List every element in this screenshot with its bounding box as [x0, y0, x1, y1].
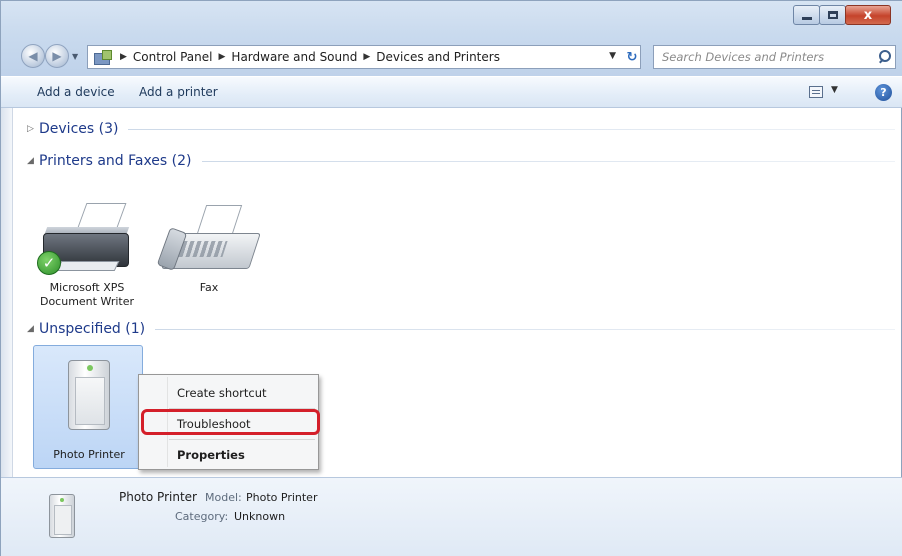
device-item-microsoft-xps[interactable]: ✓ Microsoft XPS Document Writer: [31, 199, 143, 309]
menu-separator: [169, 439, 315, 440]
window-controls: x: [793, 5, 891, 27]
group-header-devices[interactable]: ▷ Devices (3): [27, 121, 895, 137]
troubleshoot-highlight-outline: [141, 409, 320, 435]
group-header-unspecified[interactable]: ◢ Unspecified (1): [27, 321, 895, 337]
photo-printer-icon: [68, 360, 110, 430]
group-label-printers: Printers and Faxes (2): [39, 153, 192, 169]
help-icon[interactable]: ?: [875, 84, 892, 101]
details-model-label: Model:: [205, 491, 242, 504]
breadcrumb-devices-and-printers[interactable]: Devices and Printers: [376, 50, 500, 64]
add-printer-button[interactable]: Add a printer: [139, 85, 218, 99]
device-item-photo-printer[interactable]: Photo Printer: [33, 345, 143, 469]
collapse-arrow-icon[interactable]: ◢: [27, 156, 39, 166]
close-icon: x: [863, 7, 873, 23]
add-device-button[interactable]: Add a device: [37, 85, 115, 99]
devices-and-printers-window: x ◀ ▶ ▼ ▶ Control Panel ▶ Hardware and S…: [0, 0, 902, 556]
menu-item-create-shortcut[interactable]: Create shortcut: [177, 386, 267, 400]
collapse-arrow-icon[interactable]: ◢: [27, 324, 39, 334]
device-label: Photo Printer: [53, 448, 125, 461]
chevron-right-icon[interactable]: ▶: [363, 52, 370, 62]
details-category-value: Unknown: [234, 510, 286, 523]
details-device-name: Photo Printer: [119, 490, 197, 504]
search-box[interactable]: Search Devices and Printers: [653, 45, 896, 69]
close-button[interactable]: x: [845, 5, 891, 25]
minimize-icon: [801, 16, 812, 20]
chevron-right-icon[interactable]: ▶: [219, 52, 226, 62]
group-divider: [128, 128, 895, 130]
breadcrumb-control-panel[interactable]: Control Panel: [133, 50, 213, 64]
maximize-button[interactable]: [819, 5, 846, 25]
breadcrumb-hardware-and-sound[interactable]: Hardware and Sound: [231, 50, 357, 64]
printer-icon: ✓: [31, 199, 143, 279]
address-bar[interactable]: ▶ Control Panel ▶ Hardware and Sound ▶ D…: [87, 45, 641, 69]
fax-keypad: [178, 241, 228, 257]
group-header-printers[interactable]: ◢ Printers and Faxes (2): [27, 153, 895, 169]
device-label: Fax: [199, 281, 219, 294]
change-view-icon[interactable]: [809, 86, 823, 98]
recent-pages-chevron-icon[interactable]: ▼: [72, 52, 78, 61]
details-pane: Photo Printer Model: Photo Printer Categ…: [1, 477, 902, 556]
search-input[interactable]: Search Devices and Printers: [662, 50, 875, 64]
device-item-fax[interactable]: Fax: [153, 199, 265, 295]
forward-button[interactable]: ▶: [45, 44, 69, 68]
group-divider: [201, 160, 895, 162]
details-category-label: Category:: [175, 510, 229, 523]
device-label-line1: Microsoft XPS: [49, 281, 125, 294]
details-model-value: Photo Printer: [246, 491, 318, 504]
group-divider: [155, 328, 895, 330]
group-label-devices: Devices (3): [39, 121, 119, 137]
menu-item-properties[interactable]: Properties: [177, 448, 245, 462]
command-bar: Add a device Add a printer ▼ ?: [1, 76, 902, 108]
address-dropdown-icon[interactable]: ▼: [609, 51, 616, 61]
view-dropdown-icon[interactable]: ▼: [831, 85, 838, 95]
printer-tray: [56, 261, 120, 271]
fax-icon: [153, 199, 265, 279]
refresh-icon: ↻: [626, 49, 638, 65]
control-panel-icon: [94, 50, 112, 65]
minimize-button[interactable]: [793, 5, 820, 25]
refresh-button[interactable]: ↻: [621, 45, 643, 69]
photo-printer-icon: [49, 494, 75, 538]
forward-arrow-icon: ▶: [52, 49, 62, 63]
maximize-icon: [827, 11, 838, 19]
search-icon[interactable]: [875, 47, 895, 67]
device-label-line2: Document Writer: [39, 295, 135, 308]
back-arrow-icon: ◀: [28, 49, 38, 63]
back-button[interactable]: ◀: [21, 44, 45, 68]
title-bar: x ◀ ▶ ▼ ▶ Control Panel ▶ Hardware and S…: [1, 1, 902, 76]
expand-arrow-icon[interactable]: ▷: [27, 124, 39, 134]
group-label-unspecified: Unspecified (1): [39, 321, 146, 337]
default-checkmark-icon: ✓: [37, 251, 61, 275]
chevron-right-icon[interactable]: ▶: [120, 52, 127, 62]
